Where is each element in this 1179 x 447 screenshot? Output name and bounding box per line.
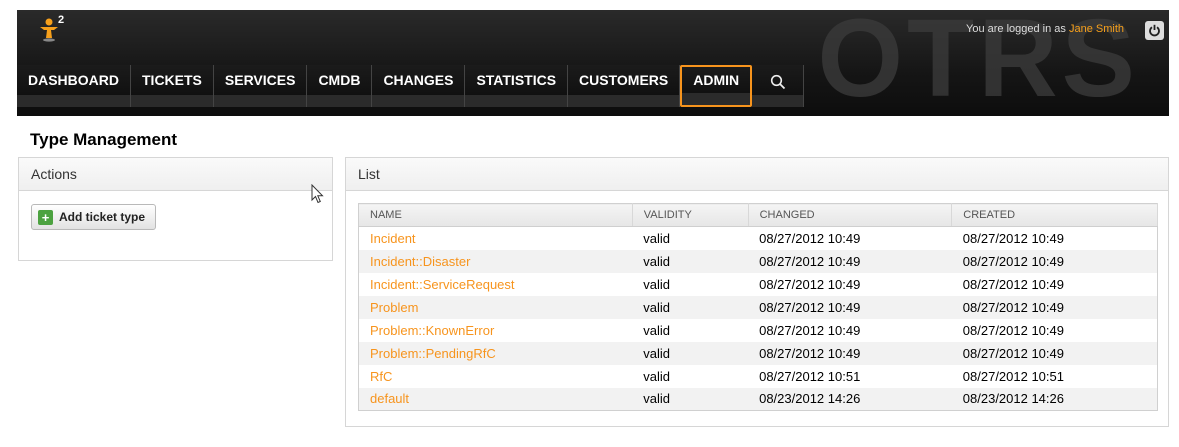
- type-created: 08/27/2012 10:49: [962, 276, 1064, 292]
- search-icon: [770, 74, 785, 90]
- page-title: Type Management: [30, 130, 178, 149]
- notification-count: 2: [58, 14, 65, 26]
- user-name-link[interactable]: Jane Smith: [1069, 23, 1124, 35]
- top-header: OTRS 2 You are logged in as Jane Smith D…: [17, 4, 1169, 116]
- mouse-cursor-icon: [311, 184, 324, 204]
- type-name-link[interactable]: default: [358, 387, 633, 411]
- plus-icon: +: [38, 209, 53, 225]
- login-prefix: You are logged in as: [966, 23, 1066, 35]
- type-created: 08/27/2012 10:49: [951, 249, 1158, 273]
- type-changed: 08/27/2012 10:49: [759, 230, 861, 246]
- column-name[interactable]: NAME: [358, 203, 633, 227]
- table-row[interactable]: Incident::Disaster valid 08/27/2012 10:4…: [358, 249, 1158, 273]
- table-header-row: NAME VALIDITY CHANGED CREATED: [358, 203, 1158, 227]
- list-panel: List NAME VALIDITY CHANGED CREATED Incid…: [345, 157, 1169, 427]
- type-name-link[interactable]: Problem::PendingRfC: [358, 341, 633, 365]
- type-name-link[interactable]: RfC: [359, 365, 633, 388]
- type-validity: valid: [632, 249, 749, 273]
- table-row[interactable]: default valid 08/23/2012 14:26 08/23/201…: [358, 387, 1158, 411]
- nav-cmdb[interactable]: CMDB: [307, 65, 373, 107]
- type-validity: valid: [643, 322, 670, 338]
- table-row[interactable]: Problem::KnownError valid 08/27/2012 10:…: [359, 319, 1158, 342]
- nav-dashboard[interactable]: DASHBOARD: [17, 65, 131, 107]
- type-validity: valid: [643, 276, 670, 292]
- table-row[interactable]: Problem valid 08/27/2012 10:49 08/27/201…: [358, 295, 1158, 319]
- table-row[interactable]: Problem::PendingRfC valid 08/27/2012 10:…: [358, 341, 1158, 365]
- type-name-link[interactable]: Incident::Disaster: [358, 249, 633, 273]
- type-validity: valid: [632, 341, 749, 365]
- nav-customers[interactable]: CUSTOMERS: [568, 65, 681, 107]
- column-validity[interactable]: VALIDITY: [632, 203, 749, 227]
- otrs-watermark: OTRS: [817, 0, 1139, 120]
- type-changed: 08/27/2012 10:49: [748, 249, 952, 273]
- nav-search[interactable]: [752, 65, 805, 107]
- nav-changes[interactable]: CHANGES: [372, 65, 466, 107]
- type-validity: valid: [632, 295, 749, 319]
- type-changed: 08/27/2012 10:49: [748, 295, 952, 319]
- type-validity: valid: [643, 368, 670, 384]
- type-validity: valid: [632, 387, 749, 411]
- type-created: 08/27/2012 10:51: [962, 368, 1064, 384]
- type-name-link[interactable]: Problem: [358, 295, 633, 319]
- nav-tickets[interactable]: TICKETS: [131, 65, 214, 107]
- otrs-logo-icon[interactable]: [39, 18, 59, 42]
- nav-services[interactable]: SERVICES: [213, 65, 308, 107]
- actions-panel: Actions + Add ticket type: [18, 157, 333, 261]
- type-validity: valid: [643, 230, 670, 246]
- add-ticket-type-label: Add ticket type: [59, 210, 146, 224]
- type-name-link[interactable]: Problem::KnownError: [359, 319, 633, 342]
- type-created: 08/27/2012 10:49: [962, 230, 1064, 246]
- column-changed[interactable]: CHANGED: [748, 203, 953, 227]
- type-created: 08/23/2012 14:26: [951, 387, 1158, 411]
- actions-header: Actions: [19, 158, 332, 191]
- type-created: 08/27/2012 10:49: [951, 295, 1158, 319]
- type-changed: 08/23/2012 14:26: [748, 387, 952, 411]
- column-created[interactable]: CREATED: [951, 203, 1158, 227]
- main-nav: DASHBOARD TICKETS SERVICES CMDB CHANGES …: [17, 65, 805, 107]
- type-changed: 08/27/2012 10:51: [759, 368, 861, 384]
- table-row[interactable]: Incident valid 08/27/2012 10:49 08/27/20…: [359, 227, 1158, 250]
- login-info: You are logged in as Jane Smith: [966, 23, 1124, 35]
- type-created: 08/27/2012 10:49: [962, 322, 1064, 338]
- table-row[interactable]: RfC valid 08/27/2012 10:51 08/27/2012 10…: [359, 365, 1158, 388]
- type-name-link[interactable]: Incident::ServiceRequest: [359, 273, 633, 296]
- type-name-link[interactable]: Incident: [359, 227, 633, 250]
- type-created: 08/27/2012 10:49: [951, 341, 1158, 365]
- table-row[interactable]: Incident::ServiceRequest valid 08/27/201…: [359, 273, 1158, 296]
- type-table: NAME VALIDITY CHANGED CREATED Incident v…: [358, 203, 1158, 411]
- list-header: List: [346, 158, 1168, 191]
- type-changed: 08/27/2012 10:49: [748, 341, 952, 365]
- add-ticket-type-button[interactable]: + Add ticket type: [31, 204, 157, 230]
- power-icon: [1149, 24, 1160, 37]
- logout-button[interactable]: [1145, 21, 1164, 40]
- nav-admin[interactable]: ADMIN: [680, 65, 753, 107]
- nav-statistics[interactable]: STATISTICS: [465, 65, 569, 107]
- type-changed: 08/27/2012 10:49: [759, 276, 861, 292]
- type-changed: 08/27/2012 10:49: [759, 322, 861, 338]
